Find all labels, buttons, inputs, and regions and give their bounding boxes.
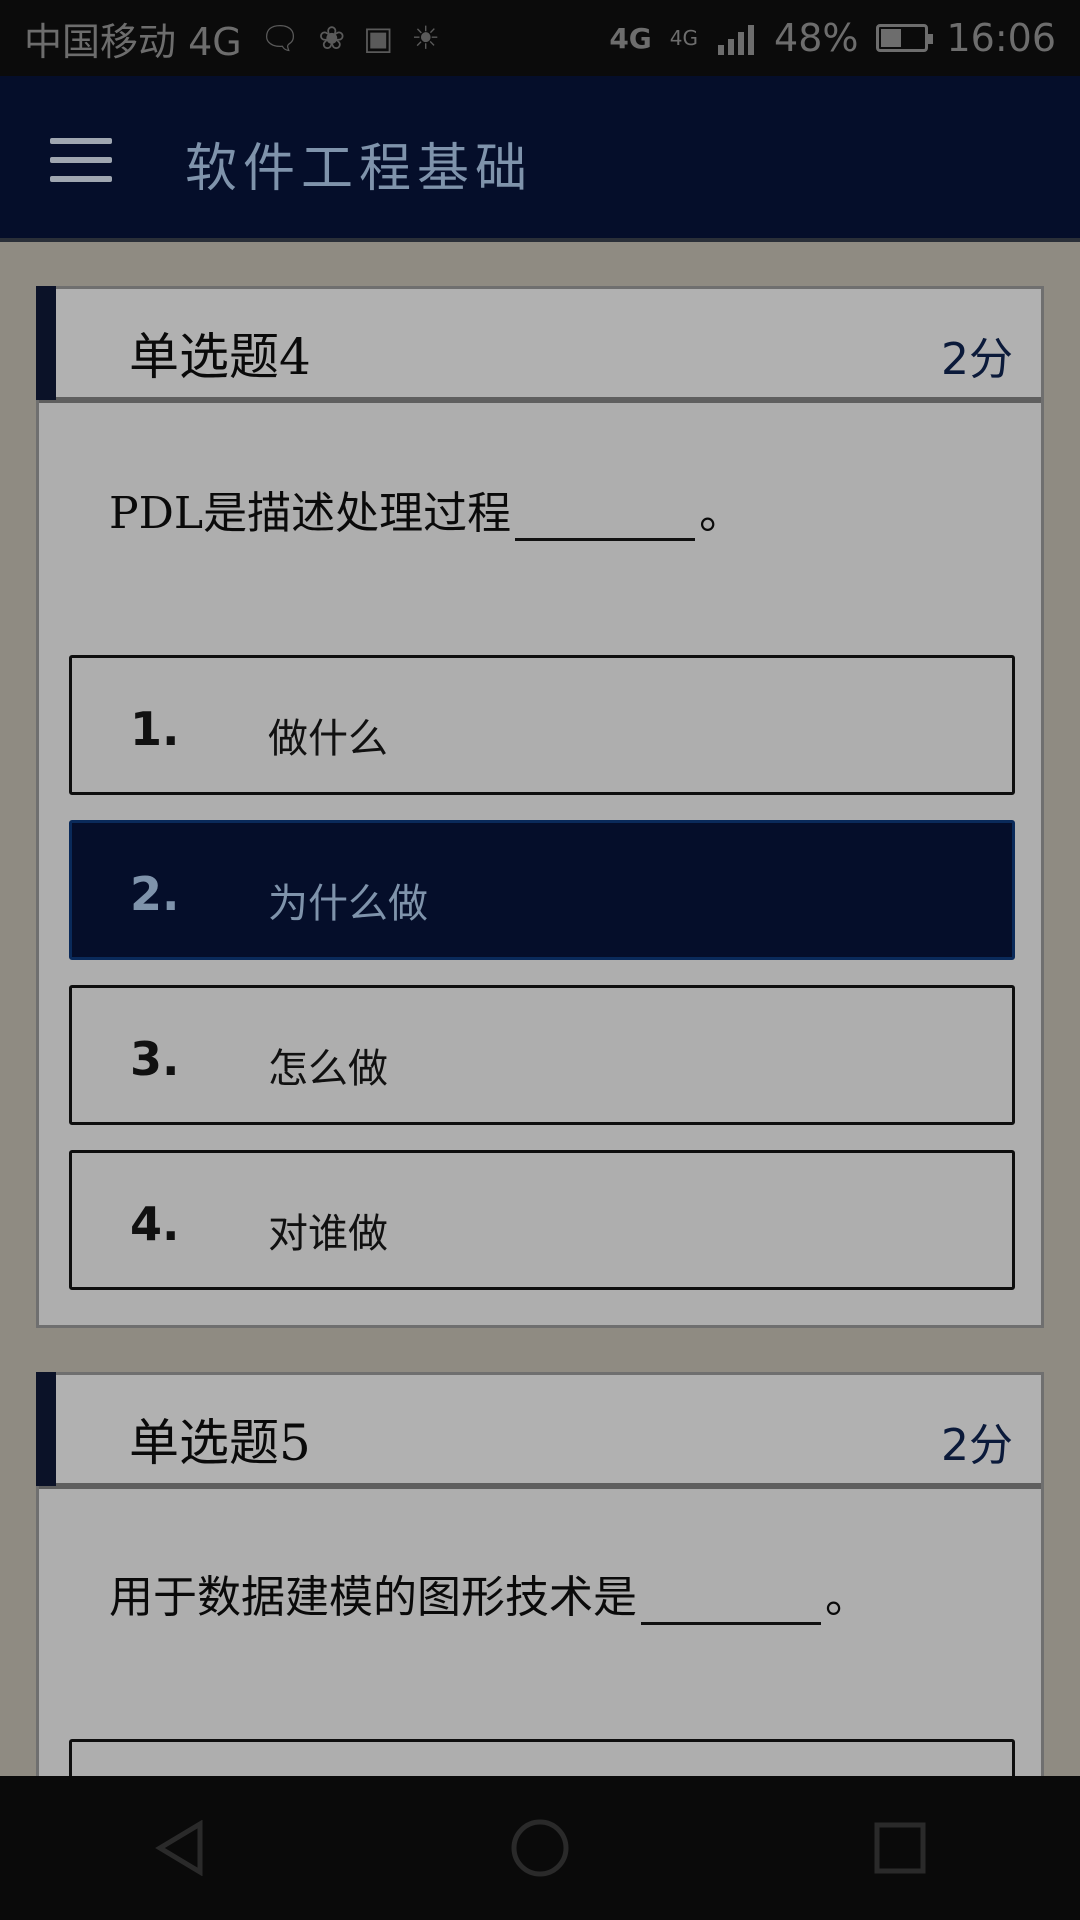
question-score: 2分 [941, 334, 1013, 385]
battery-fill [881, 29, 902, 47]
brightness-icon: ☀ [411, 19, 441, 57]
question-score: 2分 [941, 1420, 1013, 1471]
question-title: 单选题4 [129, 328, 311, 386]
question-header: 单选题5 2分 [36, 1372, 1041, 1489]
question-text-before: PDL是描述处理过程 [109, 488, 512, 539]
option-3[interactable]: 3. 怎么做 [69, 985, 1015, 1125]
back-button[interactable] [150, 1818, 210, 1878]
back-triangle-icon [155, 1820, 203, 1876]
option-text: 对谁做 [268, 1211, 388, 1257]
signal-icon [718, 25, 755, 55]
recents-square-icon [874, 1822, 926, 1874]
option-number: 1. [130, 702, 180, 756]
question-text: 用于数据建模的图形技术是 。 [109, 1561, 869, 1625]
answer-blank [515, 498, 696, 541]
option-4[interactable]: 4. 对谁做 [69, 1150, 1015, 1290]
battery-percent: 48% [774, 16, 859, 60]
message-icon: 🗨 [259, 19, 301, 57]
navigation-bar [0, 1776, 1080, 1920]
header-accent-bar [36, 1372, 56, 1486]
battery-icon [876, 24, 934, 52]
recents-button[interactable] [870, 1818, 930, 1878]
question-header: 单选题4 2分 [36, 286, 1041, 403]
option-text: 怎么做 [268, 1046, 388, 1092]
squirrel-icon: ❀ [318, 19, 346, 57]
page-title: 软件工程基础 [185, 139, 534, 199]
question-text-before: 用于数据建模的图形技术是 [109, 1572, 637, 1623]
question-card-4: 单选题4 2分 PDL是描述处理过程 。 1. 做什么 2. 为什么做 3. 怎么… [36, 286, 1044, 1328]
question-text-after: 。 [825, 1572, 869, 1623]
network-type-right: 4G [669, 26, 699, 50]
option-text: 为什么做 [268, 881, 428, 927]
image-icon: ▣ [363, 19, 394, 57]
home-circle-icon [511, 1819, 569, 1877]
option-number: 4. [130, 1197, 180, 1251]
option-number: 3. [130, 1032, 180, 1086]
status-bar: 中国移动 4G 🗨 ❀ ▣ ☀ 4G 4G 48% 16:06 [0, 0, 1080, 76]
option-1[interactable]: 1. 做什么 [69, 655, 1015, 795]
hamburger-menu-icon[interactable] [50, 138, 112, 182]
question-text: PDL是描述处理过程 。 [109, 477, 743, 541]
carrier-label: 中国移动 4G [24, 19, 242, 64]
header-accent-bar [36, 286, 56, 400]
option-number: 2. [130, 867, 180, 921]
question-title: 单选题5 [129, 1414, 311, 1472]
network-type-left: 4G [609, 21, 652, 55]
question-text-after: 。 [699, 488, 744, 539]
answer-blank [641, 1582, 821, 1625]
app-bar: 软件工程基础 [0, 76, 1080, 242]
option-text: 做什么 [268, 716, 388, 762]
status-left: 中国移动 4G 🗨 ❀ ▣ ☀ [24, 11, 440, 66]
clock: 16:06 [946, 16, 1056, 60]
status-right: 4G 4G 48% 16:06 [609, 16, 1056, 60]
screen: 中国移动 4G 🗨 ❀ ▣ ☀ 4G 4G 48% 16:06 软件工程基础 单… [0, 0, 1080, 1920]
option-2[interactable]: 2. 为什么做 [69, 820, 1015, 960]
question-card-5: 单选题5 2分 用于数据建模的图形技术是 。 [36, 1372, 1044, 1879]
home-button[interactable] [510, 1818, 570, 1878]
